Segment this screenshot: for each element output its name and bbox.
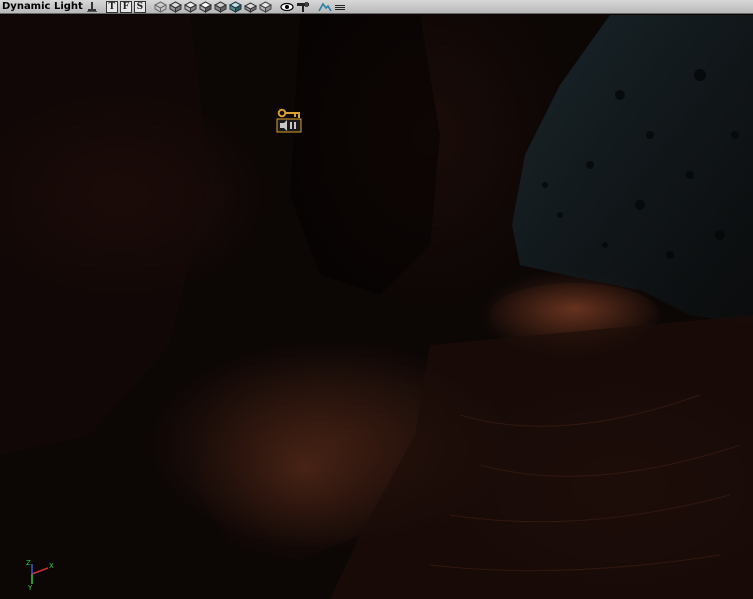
lock-pin-icon[interactable] (296, 1, 310, 13)
x-axis-line (31, 567, 49, 575)
viewport-toolbar: Dynamic Light T F S (0, 0, 753, 14)
render-mode-5-icon[interactable] (228, 0, 242, 13)
cave-scene (0, 15, 753, 599)
x-axis-label: X (49, 562, 54, 570)
z-axis-label: Z (26, 559, 31, 567)
viewport-menu-icon[interactable] (334, 1, 346, 13)
3d-viewport-render[interactable]: Z X Y (0, 15, 753, 599)
render-mode-7-icon[interactable] (258, 0, 272, 13)
render-mode-3-icon[interactable] (198, 0, 212, 13)
render-mode-2-icon[interactable] (183, 0, 197, 13)
central-shadow (290, 15, 440, 295)
right-cave-wall (512, 15, 753, 325)
y-axis-label: Y (27, 584, 33, 590)
light-actor-key-icon[interactable] (276, 108, 304, 138)
actor-pin-icon[interactable] (86, 1, 98, 13)
terrain-mountain-icon[interactable] (318, 1, 332, 13)
viewport-title: Dynamic Light (2, 0, 83, 12)
render-mode-4-icon[interactable] (213, 0, 227, 13)
left-cave-wall (0, 15, 210, 455)
show-flags-eye-icon[interactable] (280, 1, 294, 13)
side-view-button[interactable]: S (133, 0, 146, 13)
top-view-button[interactable]: T (105, 0, 118, 13)
front-view-button[interactable]: F (119, 0, 132, 13)
editor-viewport-window: Dynamic Light T F S Z X Y (0, 0, 753, 599)
render-mode-1-icon[interactable] (168, 0, 182, 13)
perspective-wire-icon[interactable] (153, 0, 167, 13)
axis-gizmo: Z X Y (26, 559, 54, 590)
render-mode-6-icon[interactable] (243, 1, 257, 13)
